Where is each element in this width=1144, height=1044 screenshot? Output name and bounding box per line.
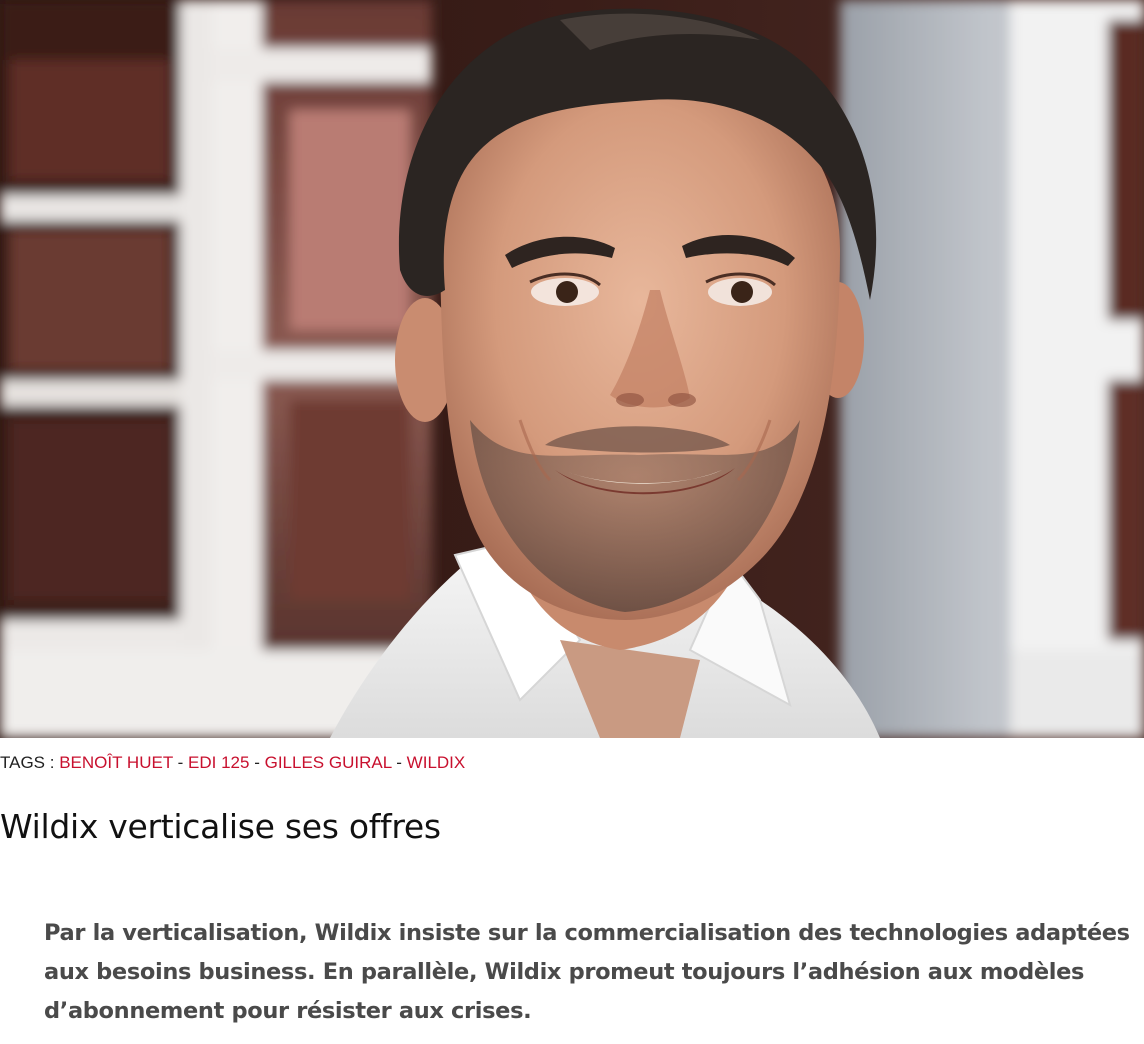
- tag-link-gilles-guiral[interactable]: GILLES GUIRAL: [265, 753, 392, 772]
- tag-separator: -: [177, 753, 184, 772]
- hero-photo: [0, 0, 1144, 738]
- article-page: TAGS : BENOÎT HUET - EDI 125 - GILLES GU…: [0, 0, 1144, 1044]
- tags-line: TAGS : BENOÎT HUET - EDI 125 - GILLES GU…: [0, 751, 465, 775]
- tag-link-wildix[interactable]: WILDIX: [407, 753, 466, 772]
- tag-separator: -: [254, 753, 260, 772]
- tag-link-edi-125[interactable]: EDI 125: [188, 753, 249, 772]
- tag-link-benoit-huet[interactable]: BENOÎT HUET: [59, 753, 173, 772]
- article-lead: Par la verticalisation, Wildix insiste s…: [44, 920, 1130, 1024]
- tags-label: TAGS :: [0, 753, 55, 772]
- tag-separator: -: [396, 753, 402, 772]
- article-title: Wildix verticalise ses offres: [0, 807, 441, 846]
